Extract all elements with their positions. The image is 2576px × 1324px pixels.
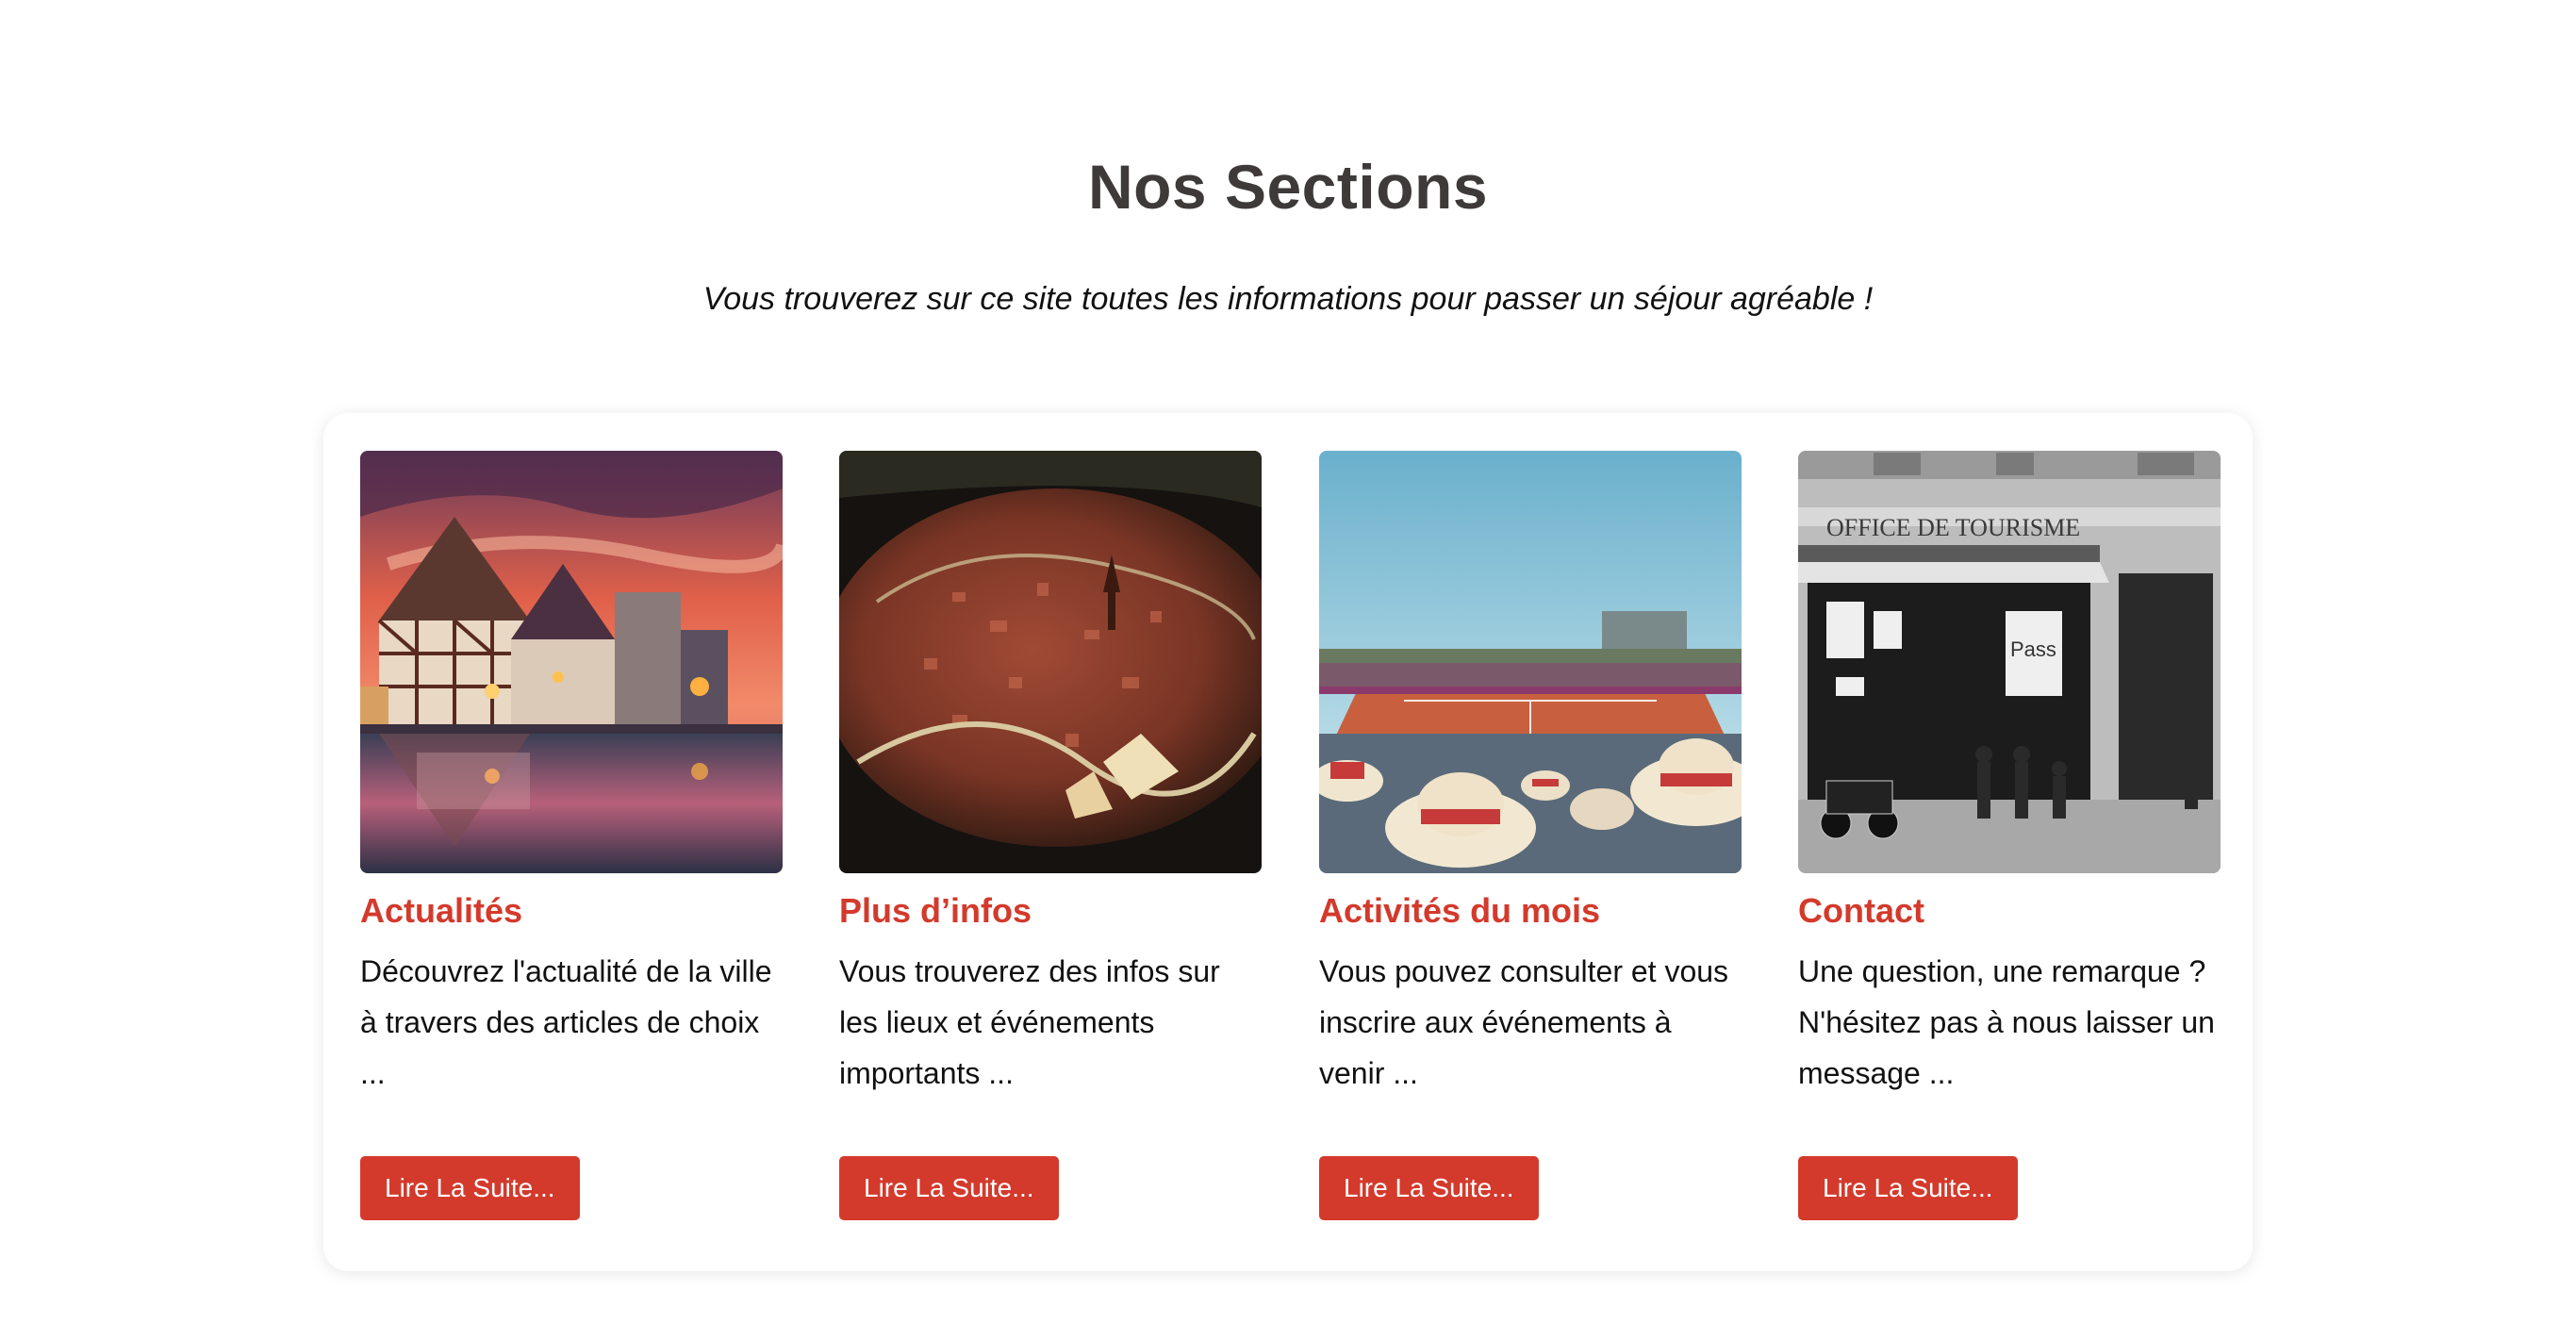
section-card-activites: Activités du mois Vous pouvez consulter … (1319, 451, 1742, 1220)
section-subtitle: Vous trouverez sur ce site toutes les in… (702, 281, 1874, 317)
read-more-button-plus-infos[interactable]: Lire La Suite... (839, 1156, 1059, 1220)
card-image-contact[interactable]: OFFICE DE TOURISME Pass (1798, 451, 2221, 873)
section-card-plus-infos: Plus d’infos Vous trouverez des infos su… (839, 451, 1262, 1220)
page: Nos Sections Vous trouverez sur ce site … (0, 0, 2576, 1324)
section-card-actualites: Actualités Découvrez l'actualité de la v… (360, 451, 783, 1220)
section-title: Nos Sections (1087, 152, 1489, 222)
card-title-activites[interactable]: Activités du mois (1319, 890, 1742, 931)
logo-text-office-de-tourisme: OFFICE DE TOURISME (1826, 514, 2080, 541)
card-text-activites: Vous pouvez consulter et vous inscrire a… (1319, 954, 1729, 1091)
card-title-contact[interactable]: Contact (1798, 890, 2221, 931)
sections-card-panel: Actualités Découvrez l'actualité de la v… (323, 413, 2253, 1271)
card-image-activites[interactable] (1319, 451, 1742, 873)
read-more-button-contact[interactable]: Lire La Suite... (1798, 1156, 2018, 1220)
read-more-button-activites[interactable]: Lire La Suite... (1319, 1156, 1539, 1220)
card-image-plus-infos[interactable] (839, 451, 1262, 873)
svg-text:Pass: Pass (2010, 637, 2056, 661)
card-text-contact: Une question, une remarque ? N'hésitez p… (1798, 954, 2215, 1091)
read-more-button-actualites[interactable]: Lire La Suite... (360, 1156, 580, 1220)
card-image-actualites[interactable] (360, 451, 783, 873)
card-text-actualites: Découvrez l'actualité de la ville à trav… (360, 954, 772, 1091)
card-title-plus-infos[interactable]: Plus d’infos (839, 890, 1262, 931)
card-title-actualites[interactable]: Actualités (360, 890, 783, 931)
card-text-plus-infos: Vous trouverez des infos sur les lieux e… (839, 954, 1220, 1091)
section-card-contact: OFFICE DE TOURISME Pass Contact Une ques… (1798, 451, 2221, 1220)
